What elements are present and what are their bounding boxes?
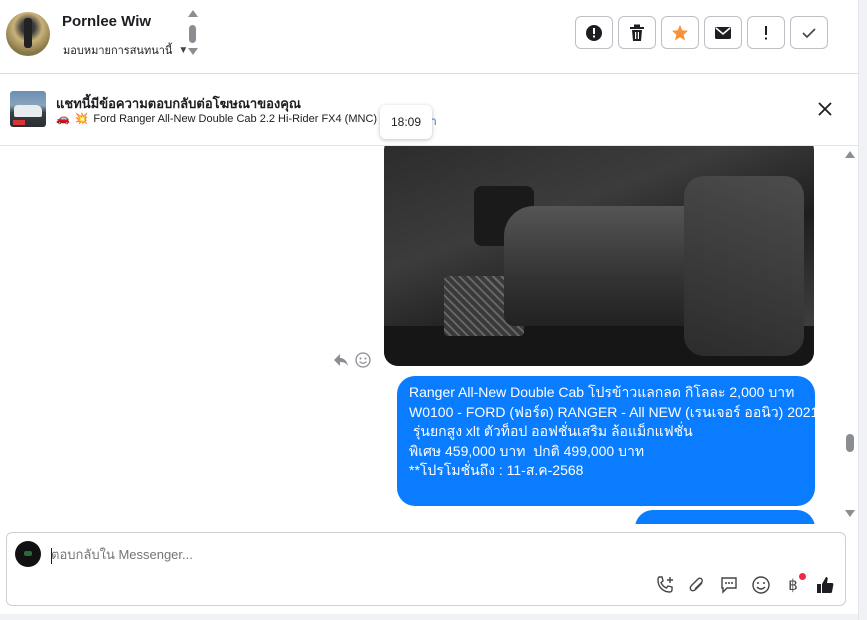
page-avatar [15, 541, 41, 567]
react-emoji-icon[interactable] [355, 352, 371, 368]
timestamp-tooltip: 18:09 [380, 105, 432, 139]
car-emoji-icon: 🚗 [56, 113, 70, 125]
ad-banner-subtitle: 🚗 💥 Ford Ranger All-New Double Cab 2.2 H… [56, 112, 396, 126]
user-name[interactable]: Pornlee Wiw [62, 13, 151, 30]
emoji-icon [752, 576, 770, 594]
spam-button[interactable] [747, 16, 785, 49]
like-button[interactable] [815, 575, 835, 595]
scroll-down-icon[interactable] [188, 48, 198, 55]
scroll-up-icon[interactable] [188, 10, 198, 17]
saved-replies-button[interactable] [719, 575, 739, 595]
done-button[interactable] [790, 16, 828, 49]
thread-scrollbar[interactable] [845, 146, 857, 524]
header-actions [575, 16, 828, 49]
scroll-down-icon[interactable] [845, 510, 855, 517]
message-actions [333, 352, 371, 368]
mark-unread-button[interactable] [704, 16, 742, 49]
scroll-thumb[interactable] [189, 25, 196, 43]
reply-input[interactable] [51, 547, 751, 562]
saved-reply-icon [721, 577, 737, 594]
message-composer: ฿ [6, 532, 846, 606]
scroll-up-icon[interactable] [845, 151, 855, 158]
conversation-header: Pornlee Wiw มอบหมายการสนทนานี้ ▼ [0, 0, 858, 74]
window-edge [858, 0, 867, 620]
like-icon [817, 577, 834, 593]
ad-thumbnail[interactable] [10, 91, 46, 127]
envelope-icon [715, 26, 731, 39]
ad-product-name: Ford Ranger All-New Double Cab 2.2 Hi-Ri… [93, 112, 396, 125]
outgoing-message-bubble[interactable] [635, 510, 815, 524]
close-icon [818, 102, 832, 116]
notification-dot [799, 573, 806, 580]
ad-banner-title: แชทนี้มีข้อความตอบกลับต่อโฆษณาของคุณ [56, 96, 301, 111]
trash-icon [630, 24, 644, 41]
assign-label: มอบหมายการสนทนานี้ [63, 45, 173, 57]
message-line: รุ่นยกสูง xlt ตัวท็อป ออฟชั่นเสริม ล้อแม… [409, 423, 693, 439]
add-call-button[interactable] [655, 575, 675, 595]
add-call-icon [657, 576, 673, 593]
message-line: **โปรโมชั่นถึง : 11-ส.ค-2568 [409, 462, 584, 478]
outgoing-message-bubble[interactable]: Ranger All-New Double Cab โปรข้าวแลกลด ก… [397, 376, 819, 506]
star-icon [672, 24, 688, 40]
assign-conversation-dropdown[interactable]: มอบหมายการสนทนานี้ ▼ [63, 41, 188, 59]
scroll-thumb[interactable] [846, 434, 854, 452]
composer-tools: ฿ [655, 573, 835, 595]
sparkle-emoji-icon: 💥 [74, 113, 89, 125]
emoji-button[interactable] [751, 575, 771, 595]
bottom-edge [0, 614, 858, 620]
message-line: Ranger All-New Double Cab โปรข้าวแลกลด ก… [409, 384, 795, 400]
delete-button[interactable] [618, 16, 656, 49]
reply-icon[interactable] [333, 353, 349, 367]
close-banner-button[interactable] [816, 100, 834, 118]
message-line: W0100 - FORD (ฟอร์ด) RANGER - All NEW (เ… [409, 403, 819, 420]
alert-circle-icon [586, 24, 602, 41]
header-scrollbar[interactable] [187, 10, 199, 58]
payment-button[interactable]: ฿ [783, 573, 806, 595]
message-line: พิเศษ 459,000 บาท ปกติ 499,000 บาท [409, 442, 645, 459]
image-message[interactable] [384, 146, 814, 366]
attach-button[interactable] [687, 575, 707, 595]
report-button[interactable] [575, 16, 613, 49]
messenger-conversation-panel: Pornlee Wiw มอบหมายการสนทนานี้ ▼ แชทนี้ม… [0, 0, 867, 620]
exclamation-icon [765, 25, 767, 39]
attachment-icon [689, 577, 703, 592]
message-thread[interactable]: Ranger All-New Double Cab โปรข้าวแลกลด ก… [0, 146, 858, 524]
check-icon [802, 27, 816, 38]
baht-payment-icon: ฿ [788, 576, 798, 594]
star-button[interactable] [661, 16, 699, 49]
avatar[interactable] [6, 12, 50, 56]
